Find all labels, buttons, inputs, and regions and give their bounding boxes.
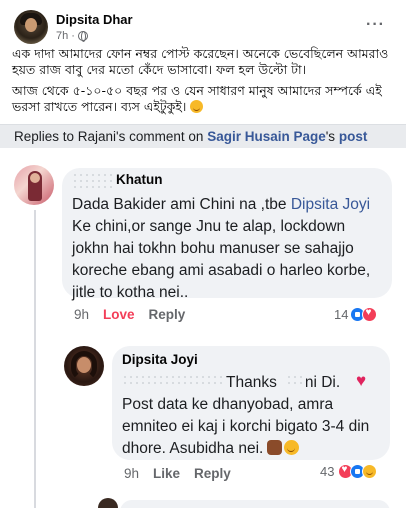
post-link[interactable]: post [339, 129, 368, 144]
commenter-name[interactable]: Khatun [116, 172, 163, 187]
redacted-text [286, 374, 306, 388]
comment-text-end: Ke chini,or sange Jnu te alap, lockdown … [72, 218, 371, 301]
replies-prefix: Replies to Rajani's comment on [14, 129, 204, 144]
reply-body: Post data ke dhanyobad, amra emniteo ei … [122, 396, 370, 457]
reply-text: Post data ke dhanyobad, amra emniteo ei … [122, 394, 384, 460]
post-meta: 7h · [56, 30, 88, 42]
comment-text: Dada Bakider ami Chini na ,tbe Dipsita J… [72, 194, 384, 304]
next-reply-avatar[interactable] [98, 498, 118, 508]
post-paragraph-1: এক দাদা আমাদের ফোন নম্বর পোস্ট করেছেন। অ… [12, 46, 389, 77]
blush-emoji-icon [190, 100, 204, 113]
next-reply-bubble [120, 500, 390, 508]
redacted-name-part [72, 172, 116, 188]
comment-text-start: Dada Bakider ami Chini na ,tbe [72, 196, 287, 213]
heart-icon: ♥ [356, 371, 367, 390]
reply-button[interactable]: Reply [194, 466, 231, 481]
post-header: Dipsita Dhar 7h · ··· [0, 0, 406, 44]
replies-context-bar: Replies to Rajani's comment on Sagir Hus… [0, 124, 406, 148]
like-button[interactable]: Like [153, 466, 180, 481]
globe-icon [77, 31, 88, 42]
haha-reaction-icon [362, 464, 378, 479]
post-time[interactable]: 7h [56, 30, 68, 42]
reply-author-name[interactable]: Dipsita Joyi [122, 352, 198, 367]
post-paragraph-2-wrap: আজ থেকে ৫-১০-৫০ বছর পর ও যেন সাধারণ মানু… [12, 83, 398, 115]
reply-avatar[interactable] [64, 346, 104, 386]
reaction-count: 43 [320, 464, 335, 479]
reply-thanks: Thanks [226, 374, 277, 391]
author-avatar[interactable] [14, 10, 48, 44]
author-name[interactable]: Dipsita Dhar [56, 12, 133, 27]
commenter-avatar[interactable] [14, 165, 54, 205]
love-button[interactable]: Love [103, 307, 135, 322]
comment-reactions[interactable]: 14 [334, 307, 378, 322]
reaction-count: 14 [334, 307, 349, 322]
post-body: এক দাদা আমাদের ফোন নম্বর পোস্ট করেছেন। অ… [12, 46, 398, 120]
raised-fist-icon [267, 440, 283, 455]
love-reaction-icon [362, 307, 378, 322]
reply-thanks-tail: ni Di. [304, 374, 341, 391]
comment-actions: 9h Love Reply [74, 307, 185, 322]
page-link[interactable]: Sagir Husain Page [207, 129, 326, 144]
comment-time[interactable]: 9h [74, 307, 89, 322]
replies-possessive: 's [325, 129, 336, 144]
thread-line [34, 210, 36, 508]
replies-context-text: Replies to Rajani's comment on Sagir Hus… [14, 129, 367, 144]
mention-link[interactable]: Dipsita Joyi [291, 196, 370, 213]
more-options-icon[interactable]: ··· [366, 16, 385, 34]
smile-emoji-icon [284, 440, 300, 455]
reply-first-line: Thanks ni Di. [122, 372, 384, 394]
reply-actions: 9h Like Reply [124, 466, 231, 481]
reply-button[interactable]: Reply [149, 307, 186, 322]
reply-time[interactable]: 9h [124, 466, 139, 481]
reply-reactions[interactable]: 43 [320, 464, 378, 479]
meta-separator: · [71, 30, 75, 42]
